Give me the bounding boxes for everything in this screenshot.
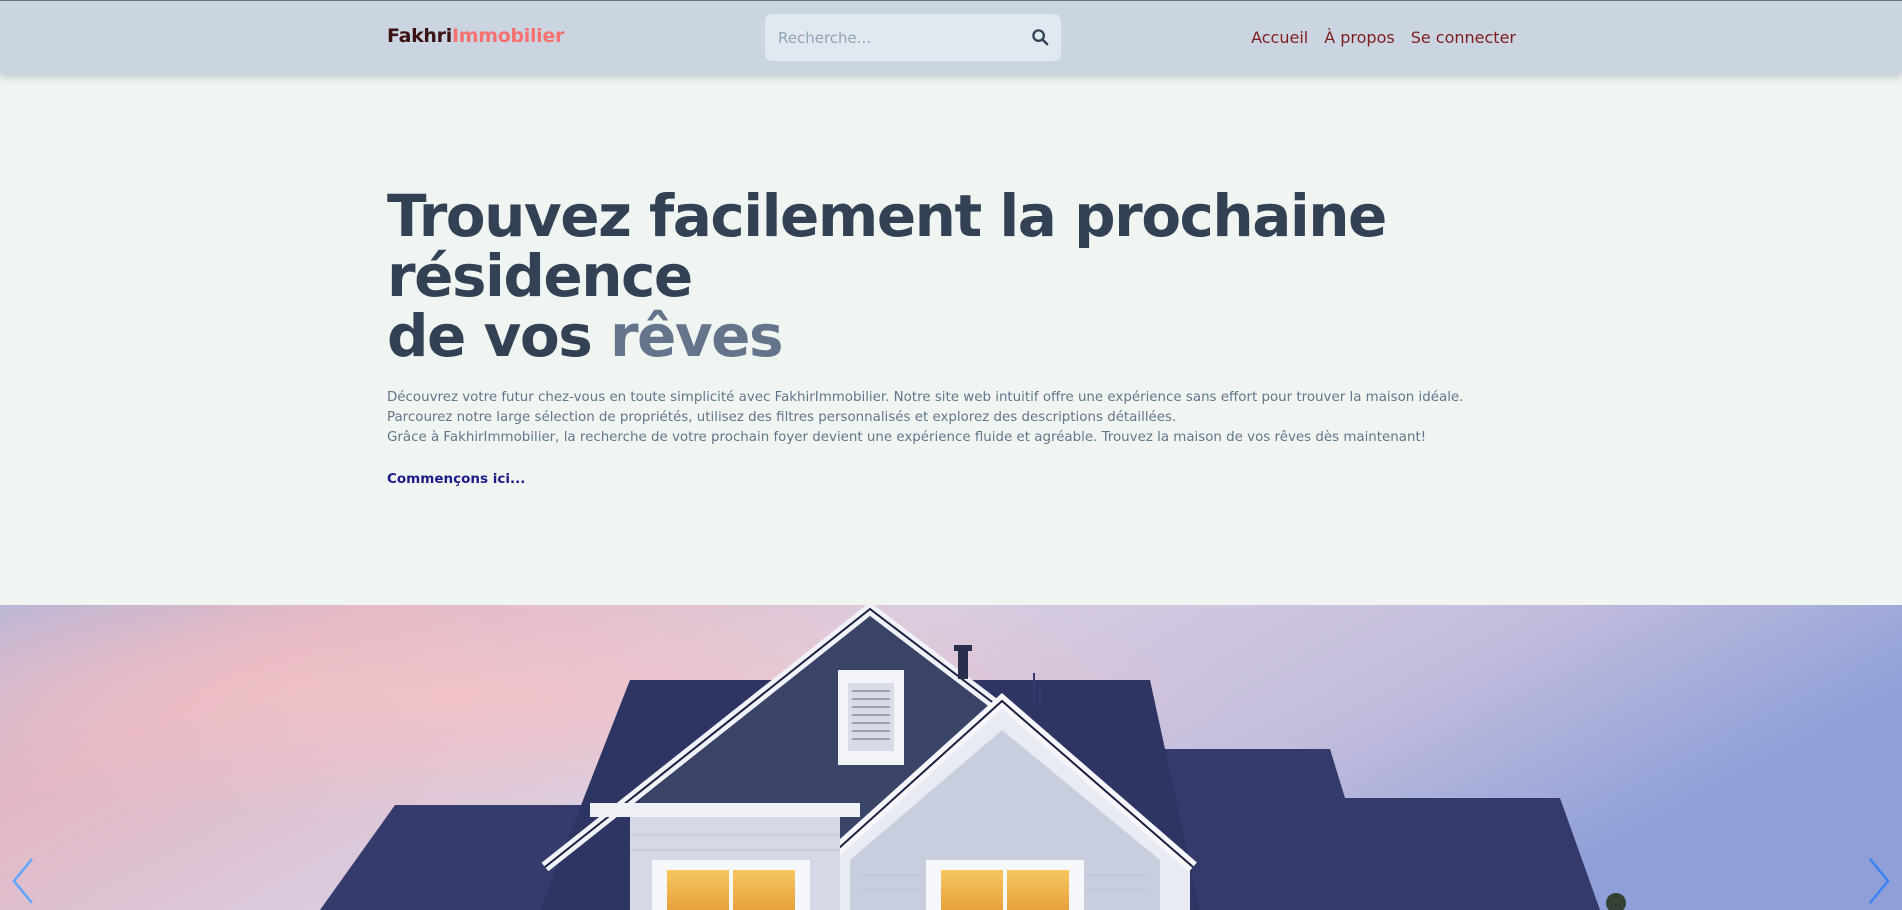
hero-description: Découvrez votre futur chez-vous en toute… [387, 388, 1517, 448]
hero-title-line2: résidence [387, 242, 693, 310]
main-nav: Accueil À propos Se connecter [1251, 28, 1516, 47]
brand-name-part2: Immobilier [451, 25, 565, 47]
search-input[interactable] [765, 14, 1015, 61]
image-carousel [0, 605, 1902, 910]
hero-title: Trouvez facilement la prochaine résidenc… [387, 186, 1517, 366]
search-bar [765, 14, 1061, 61]
brand-name-part1: Fakhri [387, 25, 452, 47]
house-photo [0, 605, 1902, 910]
hero-paragraph-1: Découvrez votre futur chez-vous en toute… [387, 390, 1464, 425]
hero-title-line1: Trouvez facilement la prochaine [387, 182, 1387, 250]
chevron-right-icon[interactable] [1862, 855, 1896, 907]
hero-section: Trouvez facilement la prochaine résidenc… [387, 186, 1517, 487]
get-started-link[interactable]: Commençons ici... [387, 471, 525, 487]
navbar: FakhriImmobilier Accueil À propos Se con… [0, 1, 1902, 73]
hero-title-line3-prefix: de vos [387, 302, 593, 370]
nav-link-login[interactable]: Se connecter [1411, 28, 1516, 47]
chevron-left-icon[interactable] [6, 855, 40, 907]
search-icon[interactable] [1031, 28, 1050, 47]
hero-paragraph-2: Grâce à FakhirImmobilier, la recherche d… [387, 430, 1427, 445]
hero-title-accent: rêves [609, 302, 784, 370]
nav-link-home[interactable]: Accueil [1251, 28, 1308, 47]
nav-link-about[interactable]: À propos [1324, 28, 1394, 47]
brand-logo[interactable]: FakhriImmobilier [387, 25, 564, 47]
